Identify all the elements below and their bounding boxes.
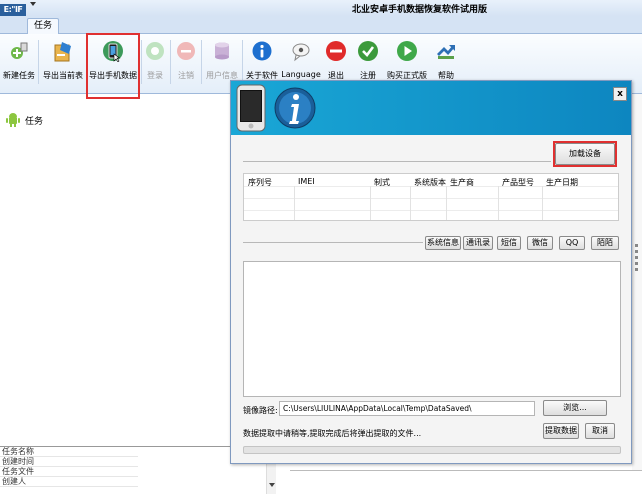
export-phone-data-dialog: x 加载设备 序列号 IMEI 制式 系统版本 生产商 产品型号 生产日期 系统… <box>230 80 632 464</box>
extraction-progress-bar <box>243 446 621 454</box>
divider-line <box>243 242 423 243</box>
register-icon <box>357 40 379 62</box>
image-path-label: 镜像路径: <box>243 406 278 415</box>
momo-button[interactable]: 陌陌 <box>591 236 619 250</box>
table-column-line <box>370 186 371 220</box>
sms-button[interactable]: 短信 <box>497 236 521 250</box>
property-row: 任务文件 <box>0 467 138 477</box>
wechat-button[interactable]: 微信 <box>527 236 553 250</box>
dialog-header: x <box>231 81 631 135</box>
scroll-grip-dot <box>635 262 638 265</box>
extraction-output-area[interactable] <box>243 261 621 397</box>
phone-icon <box>236 84 266 132</box>
toolbar-separator <box>141 40 142 84</box>
tab-task[interactable]: 任务 <box>27 18 59 35</box>
table-column-line <box>294 186 295 220</box>
scroll-grip-dot <box>635 256 638 259</box>
export-table-label: 导出当前表 <box>43 71 83 80</box>
toolbar-separator <box>242 40 243 84</box>
main-area-scrollbar[interactable] <box>632 94 642 470</box>
main-area-bottom <box>290 470 642 494</box>
scroll-down-icon[interactable] <box>269 483 275 487</box>
table-row-line <box>244 186 618 187</box>
property-row: 创建时间 <box>0 457 138 467</box>
quick-access-dropdown-icon[interactable] <box>30 2 36 6</box>
table-column-line <box>498 186 499 220</box>
new-task-label: 新建任务 <box>3 71 35 80</box>
login-icon <box>144 40 166 62</box>
toolbar-separator <box>170 40 171 84</box>
table-row-line <box>244 198 618 199</box>
divider-line <box>243 161 551 162</box>
column-header-imei: IMEI <box>298 177 315 186</box>
table-column-line <box>410 186 411 220</box>
export-phone-data-highlight <box>86 33 140 99</box>
user-info-icon <box>211 40 233 62</box>
table-row-line <box>244 210 618 211</box>
toolbar-separator <box>38 40 39 84</box>
image-path-input[interactable]: C:\Users\LIULINA\AppData\Local\Temp\Data… <box>279 401 535 416</box>
dialog-close-button[interactable]: x <box>613 87 627 101</box>
language-label: Language <box>281 70 321 79</box>
property-row: 创建人 <box>0 477 138 487</box>
help-icon <box>435 40 457 62</box>
ribbon-tab-bar: 任务 <box>0 16 642 35</box>
table-column-line <box>446 186 447 220</box>
buy-icon <box>396 40 418 62</box>
exit-icon <box>325 40 347 62</box>
scroll-grip-dot <box>635 250 638 253</box>
title-bar: E:"IF 北业安卓手机数据恢复软件试用版 <box>0 0 642 16</box>
export-table-button[interactable]: 导出当前表 <box>41 36 85 88</box>
logout-icon <box>175 40 197 62</box>
table-column-line <box>542 186 543 220</box>
app-logo: E:"IF <box>0 4 26 16</box>
window-title: 北业安卓手机数据恢复软件试用版 <box>352 5 488 15</box>
browse-button[interactable]: 浏览... <box>543 400 607 416</box>
device-table[interactable]: 序列号 IMEI 制式 系统版本 生产商 产品型号 生产日期 <box>243 173 619 221</box>
task-tree-root[interactable]: 任务 <box>6 112 43 128</box>
cancel-button[interactable]: 取消 <box>585 423 615 439</box>
login-button[interactable]: 登录 <box>143 36 167 88</box>
system-info-button[interactable]: 系统信息 <box>425 236 461 250</box>
status-message: 数据提取中请稍等,提取完成后将弹出提取的文件... <box>243 429 422 438</box>
scroll-grip-dot <box>635 268 638 271</box>
scroll-grip-dot <box>635 244 638 247</box>
login-label: 登录 <box>147 71 163 80</box>
language-icon <box>290 40 312 62</box>
export-table-icon <box>52 40 74 62</box>
android-icon <box>6 113 20 127</box>
extract-data-button[interactable]: 提取数据 <box>543 423 579 439</box>
load-device-highlight <box>553 141 617 167</box>
contacts-button[interactable]: 通讯录 <box>463 236 493 250</box>
new-task-button[interactable]: 新建任务 <box>2 36 36 88</box>
logout-button[interactable]: 注销 <box>174 36 198 88</box>
toolbar-separator <box>201 40 202 84</box>
new-task-icon <box>8 40 30 62</box>
task-tree-root-label: 任务 <box>25 116 44 127</box>
about-icon <box>251 40 273 62</box>
logout-label: 注销 <box>178 71 194 80</box>
info-icon <box>274 87 316 129</box>
qq-button[interactable]: QQ <box>559 236 585 250</box>
property-row: 任务名称 <box>0 447 138 457</box>
